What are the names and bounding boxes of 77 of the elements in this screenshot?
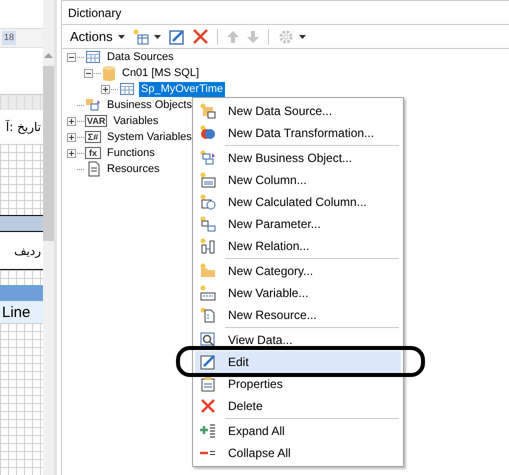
menu-item[interactable]: Properties [195, 373, 401, 395]
menu-item[interactable]: Collapse All [195, 442, 401, 464]
folder-icon [200, 263, 216, 279]
collapse-icon[interactable] [84, 68, 93, 78]
scrollbar[interactable] [43, 0, 54, 475]
variable-icon [200, 285, 216, 301]
circles-icon [200, 125, 216, 141]
clipboard-icon [200, 376, 216, 392]
edit-icon [200, 354, 216, 370]
grid-area [0, 270, 43, 285]
tree-item[interactable]: Cn01 [MS SQL] [120, 66, 202, 80]
caret-icon [298, 34, 306, 38]
table-icon [119, 82, 135, 96]
delete-button[interactable] [190, 26, 210, 46]
relation-icon [200, 238, 216, 254]
table-icon [85, 50, 101, 64]
objects-icon [85, 97, 101, 113]
edit-icon [168, 28, 185, 44]
parameter-icon [200, 216, 216, 232]
delete-icon [200, 398, 216, 414]
report-text: تاريخ :آ [6, 119, 41, 136]
new-item-button[interactable] [130, 26, 163, 46]
grid-area [0, 144, 43, 216]
calculated-column-icon [200, 194, 216, 210]
tree-item[interactable]: Data Sources [105, 50, 176, 64]
expand-icon[interactable] [67, 132, 76, 142]
arrow-up-icon [226, 30, 239, 42]
menu-item[interactable]: New Variable... [195, 282, 401, 304]
search-icon [200, 332, 216, 348]
report-text: Line [1, 304, 30, 320]
menu-item[interactable]: New Data Source... [195, 100, 401, 122]
minus-list-icon [200, 450, 216, 456]
settings-icon [278, 28, 294, 44]
expand-icon[interactable] [67, 116, 76, 126]
grid-strip [0, 95, 43, 110]
glyph-icon: Σ# [85, 131, 101, 143]
glyph-icon: VAR [85, 115, 108, 127]
tree-item[interactable]: Sp_MyOverTime [139, 82, 226, 96]
new-table-icon [132, 28, 149, 44]
actions-button[interactable]: Actions [68, 26, 127, 46]
delete-icon [192, 29, 208, 44]
arrow-down-icon [246, 30, 259, 42]
menu-item[interactable]: New Business Object... [195, 147, 401, 169]
menu-item[interactable]: New Data Transformation... [195, 122, 401, 144]
menu-item[interactable]: View Data... [195, 329, 401, 351]
report-text: رديف [14, 242, 41, 260]
menu-item[interactable]: New Relation... [195, 235, 401, 257]
expand-icon[interactable] [101, 84, 110, 94]
scrollbar-thumb[interactable] [43, 66, 54, 241]
tree-item[interactable]: Resources [105, 162, 162, 176]
tree-item[interactable]: Business Objects [105, 98, 194, 112]
expand-icon[interactable] [67, 148, 76, 158]
band-header [0, 285, 43, 301]
collapse-icon[interactable] [67, 52, 76, 62]
menu-item[interactable]: New Category... [195, 260, 401, 282]
plus-list-icon [200, 423, 216, 439]
menu-item[interactable]: New Parameter... [195, 213, 401, 235]
column-icon [200, 172, 216, 188]
menu-item[interactable]: New Resource... [195, 304, 401, 326]
database-icon [200, 103, 216, 119]
database-icon [102, 65, 116, 81]
menu-item[interactable]: Expand All [195, 420, 401, 442]
tree-item[interactable]: System Variables [105, 130, 194, 144]
objects-icon [200, 150, 216, 166]
menu-item[interactable]: Edit [195, 351, 401, 373]
document-icon [200, 307, 216, 323]
ruler-label: 18 [2, 31, 16, 45]
caret-icon [118, 34, 125, 38]
menu-item[interactable]: New Calculated Column... [195, 191, 401, 213]
menu-item[interactable]: New Column... [195, 169, 401, 191]
tree-item[interactable]: Functions [105, 146, 157, 160]
band-header [0, 216, 43, 232]
panel-title: Dictionary [67, 5, 122, 22]
menu-item[interactable]: Delete [195, 395, 401, 417]
tree-item[interactable]: Variables [111, 114, 160, 128]
glyph-icon: fx [85, 147, 101, 159]
caret-icon [154, 34, 161, 38]
